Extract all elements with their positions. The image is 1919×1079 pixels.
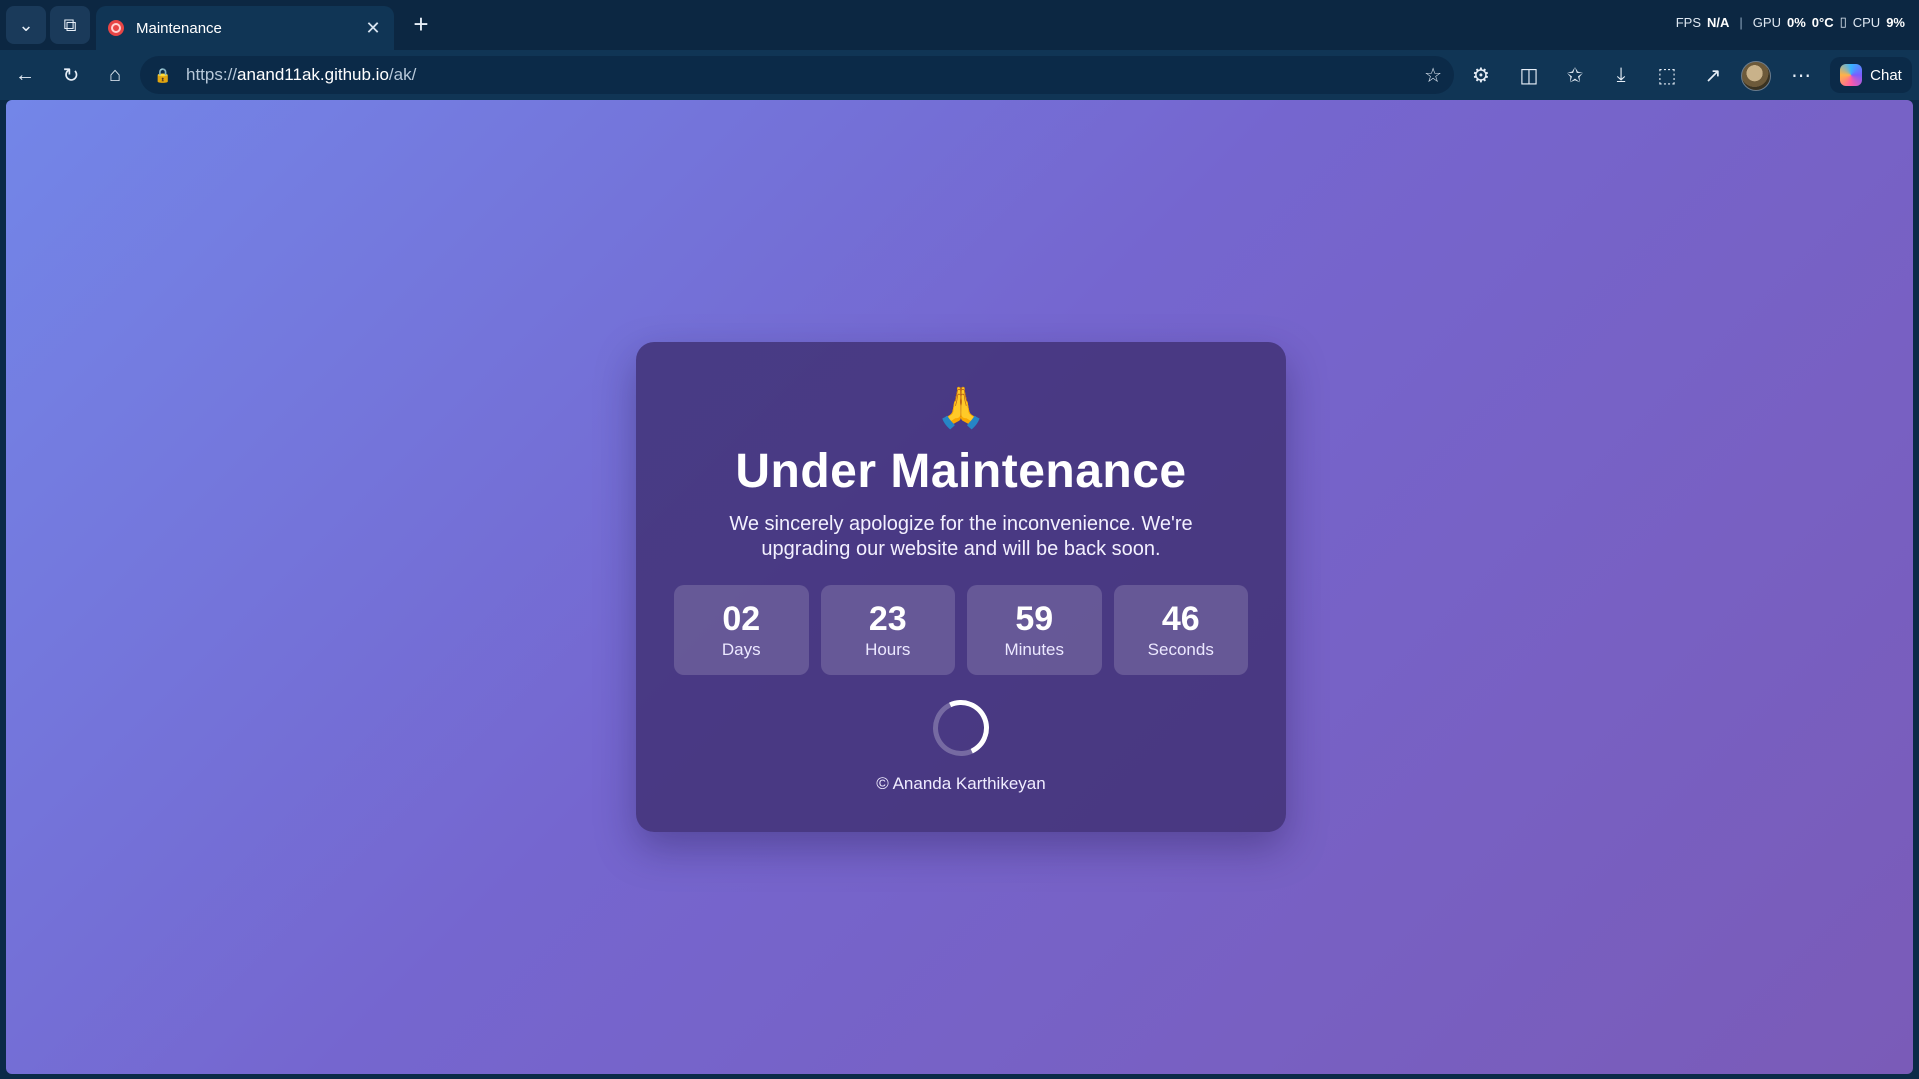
temperature-value: 0°C	[1811, 14, 1834, 30]
url-scheme: https://	[186, 65, 238, 84]
back-arrow-icon[interactable]: ←	[8, 58, 42, 92]
gpu-label: GPU	[1752, 14, 1781, 30]
countdown-timer: 02 Days 23 Hours 59 Minutes 46 Seconds	[674, 585, 1248, 675]
url-host: anand11ak.github.io	[237, 65, 389, 84]
cpu-label: CPU	[1852, 14, 1881, 30]
refresh-icon[interactable]: ↻	[54, 58, 88, 92]
url-path: /ak/	[388, 65, 417, 84]
address-bar[interactable]: 🔒 https://anand11ak.github.io/ak/ ☆	[140, 56, 1454, 94]
countdown-days: 02 Days	[674, 585, 809, 675]
new-tab-button[interactable]: +	[404, 8, 438, 42]
maintenance-card: 🙏 Under Maintenance We sincerely apologi…	[636, 342, 1286, 832]
home-icon[interactable]: ⌂	[98, 58, 132, 92]
download-icon[interactable]: ⤓	[1604, 58, 1638, 92]
cpu-icon: ▯	[1839, 14, 1847, 29]
lock-icon: 🔒	[154, 66, 172, 83]
fps-label: FPS	[1675, 14, 1702, 30]
chevron-down-icon[interactable]: ⌄	[6, 6, 46, 44]
loading-spinner-icon	[925, 692, 997, 764]
star-icon[interactable]: ☆	[1424, 63, 1442, 88]
page-viewport: 🙏 Under Maintenance We sincerely apologi…	[6, 100, 1913, 1074]
apology-message: We sincerely apologize for the inconveni…	[729, 513, 1193, 560]
chat-button[interactable]: Chat	[1830, 57, 1912, 93]
countdown-minutes: 59 Minutes	[967, 585, 1102, 675]
countdown-label: Seconds	[1147, 640, 1214, 659]
screenshot-icon[interactable]: ⬚	[1650, 58, 1684, 92]
split-screen-icon[interactable]: ◫	[1512, 58, 1546, 92]
tab-maintenance[interactable]: Maintenance ✕	[96, 6, 394, 50]
share-icon[interactable]: ↗	[1696, 58, 1730, 92]
favorites-icon[interactable]: ✩	[1558, 58, 1592, 92]
tab-title: Maintenance	[136, 19, 222, 37]
gpu-value: 0%	[1786, 14, 1806, 30]
cpu-value: 9%	[1886, 14, 1905, 30]
more-icon[interactable]: ⋯	[1784, 58, 1818, 92]
countdown-value: 02	[722, 600, 761, 638]
site-favicon-icon	[108, 20, 124, 36]
praying-hands-icon: 🙏	[936, 385, 986, 431]
countdown-label: Hours	[865, 640, 911, 659]
chat-label: Chat	[1870, 66, 1902, 84]
fps-value: N/A	[1707, 14, 1730, 30]
countdown-value: 23	[868, 600, 907, 638]
divider: |	[1739, 14, 1743, 30]
countdown-value: 46	[1161, 600, 1200, 638]
copyright-footer: © Ananda Karthikeyan	[876, 774, 1046, 793]
countdown-seconds: 46 Seconds	[1113, 585, 1248, 675]
performance-overlay: FPS N/A | GPU 0% 0°C ▯ CPU 9%	[1676, 14, 1905, 30]
countdown-value: 59	[1015, 600, 1054, 638]
browser-toolbar: ← ↻ ⌂ 🔒 https://anand11ak.github.io/ak/ …	[0, 50, 1919, 100]
profile-avatar[interactable]	[1741, 61, 1771, 91]
close-icon[interactable]: ✕	[358, 18, 388, 39]
countdown-hours: 23 Hours	[820, 585, 955, 675]
countdown-label: Minutes	[1004, 640, 1065, 659]
copilot-icon	[1840, 64, 1863, 86]
workspaces-icon[interactable]: ⧉	[50, 6, 90, 44]
browser-tab-bar: ⌄ ⧉ Maintenance ✕ + FPS N/A | GPU 0% 0°C…	[0, 0, 1919, 50]
countdown-label: Days	[721, 640, 761, 659]
puzzle-icon[interactable]: ⚙	[1464, 58, 1498, 92]
page-title: Under Maintenance	[735, 445, 1187, 498]
